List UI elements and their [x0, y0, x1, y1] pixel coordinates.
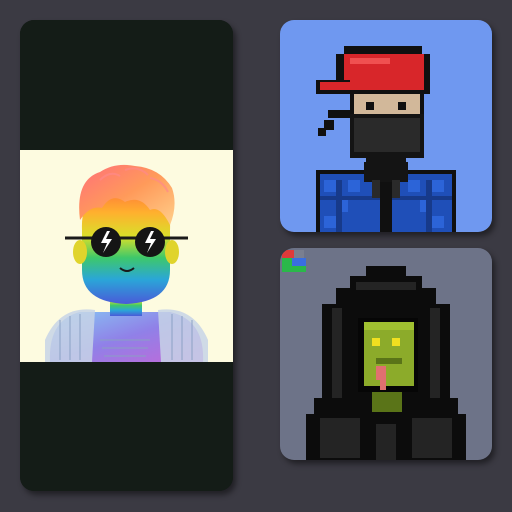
pixel-ninja-red-cap-icon [280, 20, 492, 232]
nft-card-pixel-hooded-lizard[interactable] [280, 248, 492, 460]
nft-card-pixel-ninja[interactable] [280, 20, 492, 232]
pixel-hooded-lizard-icon [280, 248, 492, 460]
nft-card-rainbow-avatar[interactable] [20, 20, 233, 491]
rainbow-avatar-with-sunglasses-icon [20, 20, 233, 491]
